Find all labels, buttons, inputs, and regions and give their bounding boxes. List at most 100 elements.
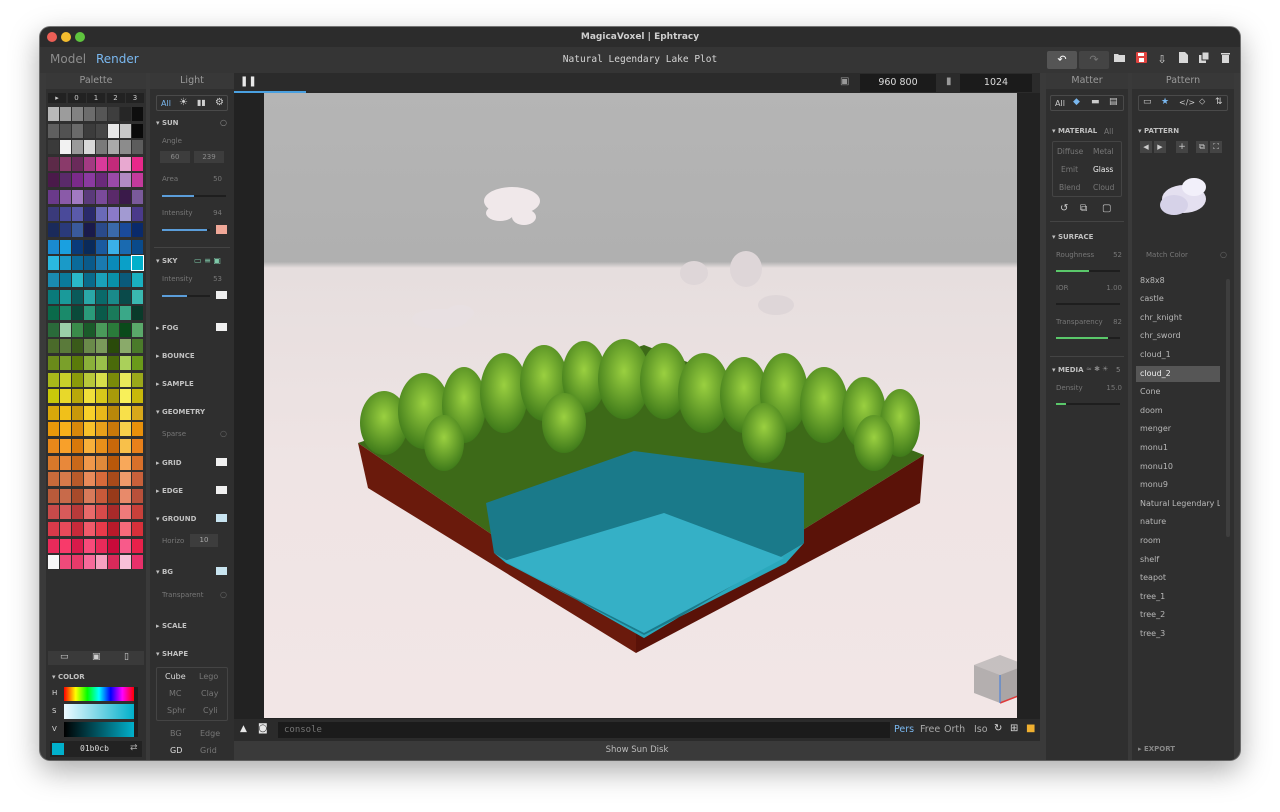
palette-tab[interactable]: ▸ [48,93,66,103]
palette-swatch[interactable] [84,522,95,536]
palette-swatch[interactable] [96,256,107,271]
palette-swatch[interactable] [72,389,83,404]
sun-icon[interactable]: ☀ [179,97,188,108]
palette-swatch[interactable] [108,239,119,254]
pattern-item[interactable]: monu1 [1136,440,1220,456]
palette-swatch[interactable] [96,322,107,337]
shape-mc[interactable]: MC [169,689,182,698]
pattern-item[interactable]: shelf [1136,552,1220,568]
palette-swatch[interactable] [72,256,83,271]
palette-swatch[interactable] [84,439,95,453]
folder-icon[interactable]: ▭ [1143,97,1152,107]
sky-color-swatch[interactable] [216,291,227,299]
palette-swatch[interactable] [108,256,119,271]
roughness-slider[interactable] [1056,270,1120,272]
view-cube[interactable] [970,651,1017,707]
palette-swatch[interactable] [84,123,95,138]
palette-swatch[interactable] [84,389,95,404]
match-color-toggle[interactable]: ○ [1220,250,1227,259]
sky-intensity-value[interactable]: 53 [200,275,222,283]
document-icon[interactable]: ▯ [124,652,129,662]
palette-swatch[interactable] [132,322,143,337]
cube-view-icon[interactable]: ■ [1026,723,1035,734]
transparency-value[interactable]: 82 [1096,318,1122,326]
palette-swatch[interactable] [48,156,59,171]
pattern-item[interactable]: teapot [1136,570,1220,586]
add-icon[interactable]: + [1176,141,1188,153]
palette-swatch[interactable] [108,140,119,155]
grid-color-swatch[interactable] [216,458,227,466]
palette-swatch[interactable] [132,273,143,287]
roughness-value[interactable]: 52 [1096,251,1122,259]
palette-swatch[interactable] [120,455,131,470]
palette-swatch[interactable] [84,206,95,221]
palette-swatch[interactable] [120,389,131,404]
palette-swatch[interactable] [108,439,119,453]
palette-swatch[interactable] [120,273,131,287]
sun-section-title[interactable]: ▾ SUN [156,119,179,127]
material-cloud[interactable]: Cloud [1093,183,1114,192]
palette-swatch[interactable] [72,538,83,553]
copy-icon[interactable]: ⧉ [1080,203,1087,214]
sparse-toggle[interactable]: ○ [220,429,227,438]
palette-swatch[interactable] [84,356,95,370]
palette-swatch[interactable] [60,256,71,271]
display-grid[interactable]: Grid [200,746,217,755]
palette-swatch[interactable] [132,173,143,188]
folder-icon[interactable]: ▭ [60,652,69,662]
palette-swatch[interactable] [60,439,71,453]
palette-swatch[interactable] [48,389,59,404]
palette-swatch[interactable] [84,190,95,204]
pattern-item[interactable]: tree_1 [1136,589,1220,605]
area-value[interactable]: 50 [200,175,222,183]
trash-icon[interactable] [1218,52,1232,68]
palette-swatch[interactable] [60,156,71,171]
palette-swatch[interactable] [132,306,143,321]
pattern-item[interactable]: chr_sword [1136,328,1220,344]
palette-swatch[interactable] [108,422,119,437]
palette-swatch[interactable] [60,389,71,404]
palette-swatch[interactable] [48,488,59,503]
palette-swatch[interactable] [60,140,71,155]
viewport[interactable] [234,93,1040,719]
palette-swatch[interactable] [132,223,143,238]
palette-swatch[interactable] [96,422,107,437]
material-blend[interactable]: Blend [1059,183,1080,192]
matter-filter-all[interactable]: All [1055,99,1065,108]
ior-slider[interactable] [1056,303,1120,305]
palette-swatch[interactable] [48,455,59,470]
palette-swatch[interactable] [96,273,107,287]
shape-sphr[interactable]: Sphr [167,706,186,715]
palette-swatch[interactable] [84,173,95,188]
palette-swatch[interactable] [96,239,107,254]
palette-swatch[interactable] [48,173,59,188]
display-bg[interactable]: BG [170,729,182,738]
palette-swatch[interactable] [132,239,143,254]
pattern-item[interactable]: menger [1136,421,1220,437]
pattern-item[interactable]: monu9 [1136,477,1220,493]
palette-swatch[interactable] [96,289,107,304]
filter-all[interactable]: All [161,99,171,108]
color-picker-scrollbar[interactable] [134,687,138,737]
palette-swatch[interactable] [84,140,95,155]
palette-swatch[interactable] [84,372,95,387]
pattern-item[interactable]: tree_2 [1136,607,1220,623]
palette-swatch[interactable] [96,173,107,188]
cube-icon[interactable]: ◆ [1073,97,1080,107]
pattern-section-title[interactable]: ▾ PATTERN [1138,127,1179,135]
palette-swatch[interactable] [48,289,59,304]
material-all[interactable]: All [1104,127,1113,136]
fog-color-swatch[interactable] [216,323,227,331]
sample-section-title[interactable]: ▸ SAMPLE [156,380,194,388]
pattern-list-scrollbar[interactable] [1226,279,1230,537]
palette-swatch[interactable] [84,289,95,304]
palette-swatch[interactable] [72,422,83,437]
horizon-field[interactable]: 10 [190,534,218,547]
palette-swatch[interactable] [60,472,71,487]
palette-swatch[interactable] [60,206,71,221]
minimize-window-button[interactable] [61,32,71,42]
value-slider[interactable] [64,722,134,737]
palette-swatch[interactable] [120,439,131,453]
palette-swatch[interactable] [132,356,143,370]
palette-swatch[interactable] [132,289,143,304]
